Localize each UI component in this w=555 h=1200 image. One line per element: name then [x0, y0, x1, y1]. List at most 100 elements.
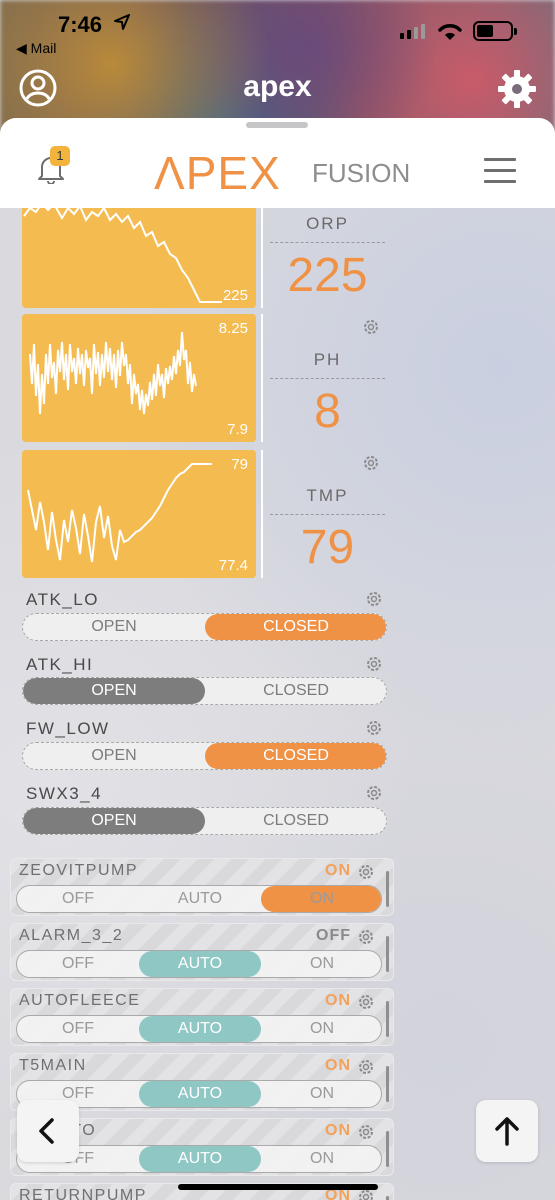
- off-option[interactable]: OFF: [17, 886, 139, 912]
- on-option[interactable]: ON: [261, 951, 381, 977]
- tmp-graph[interactable]: 79 77.4: [22, 450, 256, 578]
- probe-value-tmp: 79: [300, 521, 355, 574]
- chevron-left-icon: [39, 1118, 54, 1144]
- outlet-settings-gear-icon[interactable]: [357, 993, 375, 1011]
- dashboard-content[interactable]: 225 ORP 225 8.25 7.9 PH 8 79 77.4 TMP 79…: [0, 208, 555, 1200]
- swx3-4-settings-gear-icon[interactable]: [365, 784, 383, 802]
- outlet-name: ZEOVITPUMP: [19, 862, 139, 879]
- switch-toggle-atk-lo[interactable]: OPEN CLOSED: [22, 613, 387, 641]
- probe-value-ph: 8: [314, 385, 341, 438]
- apex-logo: ΛPEX: [154, 147, 281, 199]
- switch-toggle-swx3-4[interactable]: OPEN CLOSED: [22, 807, 387, 835]
- tmp-graph-high: 79: [231, 456, 248, 473]
- outlet-name: T5MAIN: [19, 1057, 87, 1074]
- status-bar: 7:46 ◀ Mail: [0, 0, 555, 60]
- on-option[interactable]: ON: [261, 1146, 381, 1172]
- probe-divider-dashed: [270, 242, 385, 243]
- orp-graph-low: 225: [222, 287, 248, 304]
- tmp-graph-low: 77.4: [218, 557, 248, 574]
- app-title: apex: [243, 70, 312, 103]
- probe-divider: [261, 450, 263, 578]
- open-option[interactable]: OPEN: [23, 614, 205, 640]
- fw-low-settings-gear-icon[interactable]: [365, 719, 383, 737]
- switch-name-atk-hi: ATK_HI: [26, 655, 94, 674]
- back-to-mail-link[interactable]: ◀ Mail: [16, 40, 56, 57]
- on-option[interactable]: ON: [261, 886, 381, 912]
- apex-sheet-header: 1 ΛPEX FUSION: [0, 118, 555, 208]
- open-option[interactable]: OPEN: [23, 678, 205, 704]
- probe-name-ph: PH: [313, 350, 342, 369]
- outlet-state: ON: [325, 1122, 351, 1139]
- tmp-settings-gear-icon[interactable]: [362, 454, 380, 472]
- outlet-drag-handle[interactable]: [386, 1131, 389, 1167]
- outlet-name: RETURNPUMP: [19, 1187, 147, 1200]
- scroll-to-top-button[interactable]: [476, 1100, 538, 1162]
- home-indicator[interactable]: [178, 1184, 378, 1190]
- atk-hi-settings-gear-icon[interactable]: [365, 655, 383, 673]
- sheet-grabber[interactable]: [246, 122, 308, 128]
- probe-divider-dashed: [270, 514, 385, 515]
- outlet-drag-handle[interactable]: [386, 936, 389, 972]
- off-option[interactable]: OFF: [17, 951, 139, 977]
- location-arrow-icon: [114, 14, 130, 30]
- status-time: 7:46: [58, 12, 103, 37]
- outlet-zeovitpump[interactable]: ZEOVITPUMP ON OFF AUTO ON: [10, 858, 394, 916]
- outlet-drag-handle[interactable]: [386, 1001, 389, 1037]
- outlet-mode-toggle[interactable]: OFF AUTO ON: [16, 950, 382, 978]
- probe-name-tmp: TMP: [306, 486, 349, 505]
- menu-hamburger-icon[interactable]: [484, 158, 516, 183]
- off-option[interactable]: OFF: [17, 1016, 139, 1042]
- probe-name-orp: ORP: [306, 214, 349, 233]
- auto-option[interactable]: AUTO: [139, 886, 261, 912]
- on-option[interactable]: ON: [261, 1016, 381, 1042]
- auto-option[interactable]: AUTO: [139, 1016, 261, 1042]
- outlet-state: OFF: [316, 927, 351, 944]
- outlet-settings-gear-icon[interactable]: [357, 1123, 375, 1141]
- switch-name-swx3-4: SWX3_4: [26, 784, 103, 803]
- switch-toggle-fw-low[interactable]: OPEN CLOSED: [22, 742, 387, 770]
- closed-option[interactable]: CLOSED: [205, 808, 386, 834]
- back-button[interactable]: [17, 1100, 79, 1162]
- switch-name-atk-lo: ATK_LO: [26, 590, 99, 609]
- outlet-drag-handle[interactable]: [386, 871, 389, 907]
- open-option[interactable]: OPEN: [23, 808, 205, 834]
- outlet-alarm-3-2[interactable]: ALARM_3_2 OFF OFF AUTO ON: [10, 923, 394, 981]
- outlet-drag-handle[interactable]: [386, 1196, 389, 1200]
- ph-settings-gear-icon[interactable]: [362, 318, 380, 336]
- outlet-state: ON: [325, 862, 351, 879]
- switch-toggle-atk-hi[interactable]: OPEN CLOSED: [22, 677, 387, 705]
- probe-divider: [261, 208, 263, 308]
- outlet-name: ALARM_3_2: [19, 927, 124, 944]
- app-header: apex: [0, 60, 555, 120]
- orp-graph[interactable]: 225: [22, 208, 256, 308]
- probe-value-orp: 225: [287, 249, 368, 302]
- outlet-mode-toggle[interactable]: OFF AUTO ON: [16, 1015, 382, 1043]
- auto-option[interactable]: AUTO: [139, 951, 261, 977]
- outlet-autofleece[interactable]: AUTOFLEECE ON OFF AUTO ON: [10, 988, 394, 1046]
- closed-option[interactable]: CLOSED: [205, 743, 386, 769]
- notification-badge: 1: [50, 146, 70, 166]
- atk-lo-settings-gear-icon[interactable]: [365, 590, 383, 608]
- signal-icon: [400, 24, 425, 39]
- outlet-settings-gear-icon[interactable]: [357, 1058, 375, 1076]
- probe-divider: [261, 314, 263, 442]
- fusion-logo: FUSION: [312, 158, 411, 188]
- on-option[interactable]: ON: [261, 1081, 381, 1107]
- outlet-settings-gear-icon[interactable]: [357, 928, 375, 946]
- outlet-name: AUTOFLEECE: [19, 992, 141, 1009]
- outlet-drag-handle[interactable]: [386, 1066, 389, 1102]
- auto-option[interactable]: AUTO: [139, 1146, 261, 1172]
- outlet-mode-toggle[interactable]: OFF AUTO ON: [16, 885, 382, 913]
- ph-graph-high: 8.25: [218, 320, 248, 337]
- ph-graph-low: 7.9: [227, 421, 248, 438]
- open-option[interactable]: OPEN: [23, 743, 205, 769]
- closed-option[interactable]: CLOSED: [205, 678, 386, 704]
- outlet-state: ON: [325, 1057, 351, 1074]
- settings-gear-icon[interactable]: [496, 68, 538, 110]
- arrow-up-icon: [495, 1117, 519, 1146]
- outlet-settings-gear-icon[interactable]: [357, 863, 375, 881]
- ph-graph[interactable]: 8.25 7.9: [22, 314, 256, 442]
- auto-option[interactable]: AUTO: [139, 1081, 261, 1107]
- closed-option[interactable]: CLOSED: [205, 614, 386, 640]
- probe-divider-dashed: [270, 378, 385, 379]
